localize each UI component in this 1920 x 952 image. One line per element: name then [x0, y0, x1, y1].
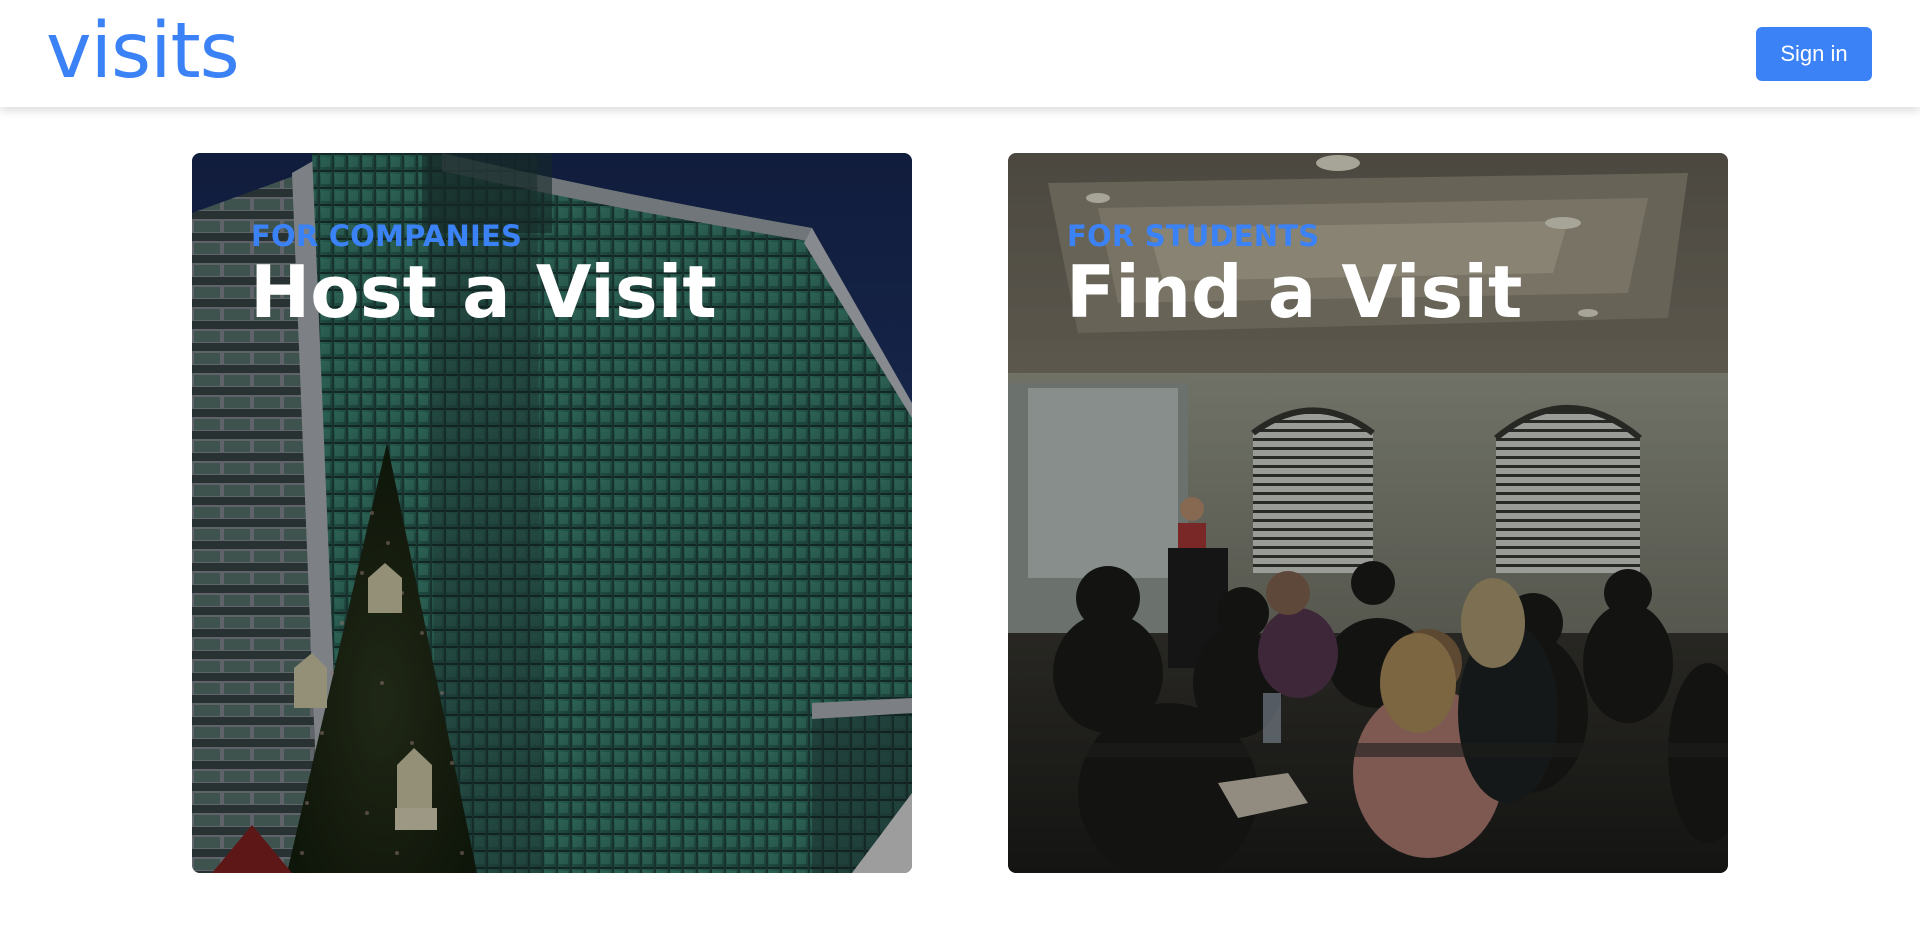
site-logo[interactable]: visits	[46, 8, 240, 96]
sign-in-button[interactable]: Sign in	[1756, 27, 1872, 81]
site-header: visits Sign in	[0, 0, 1920, 107]
card-title: Find a Visit	[1066, 250, 1523, 334]
card-kicker: FOR COMPANIES	[251, 219, 523, 253]
card-kicker: FOR STUDENTS	[1067, 219, 1320, 253]
card-title: Host a Visit	[250, 250, 717, 334]
find-a-visit-card[interactable]: FOR STUDENTS Find a Visit	[1008, 153, 1728, 873]
host-a-visit-card[interactable]: FOR COMPANIES Host a Visit	[192, 153, 912, 873]
